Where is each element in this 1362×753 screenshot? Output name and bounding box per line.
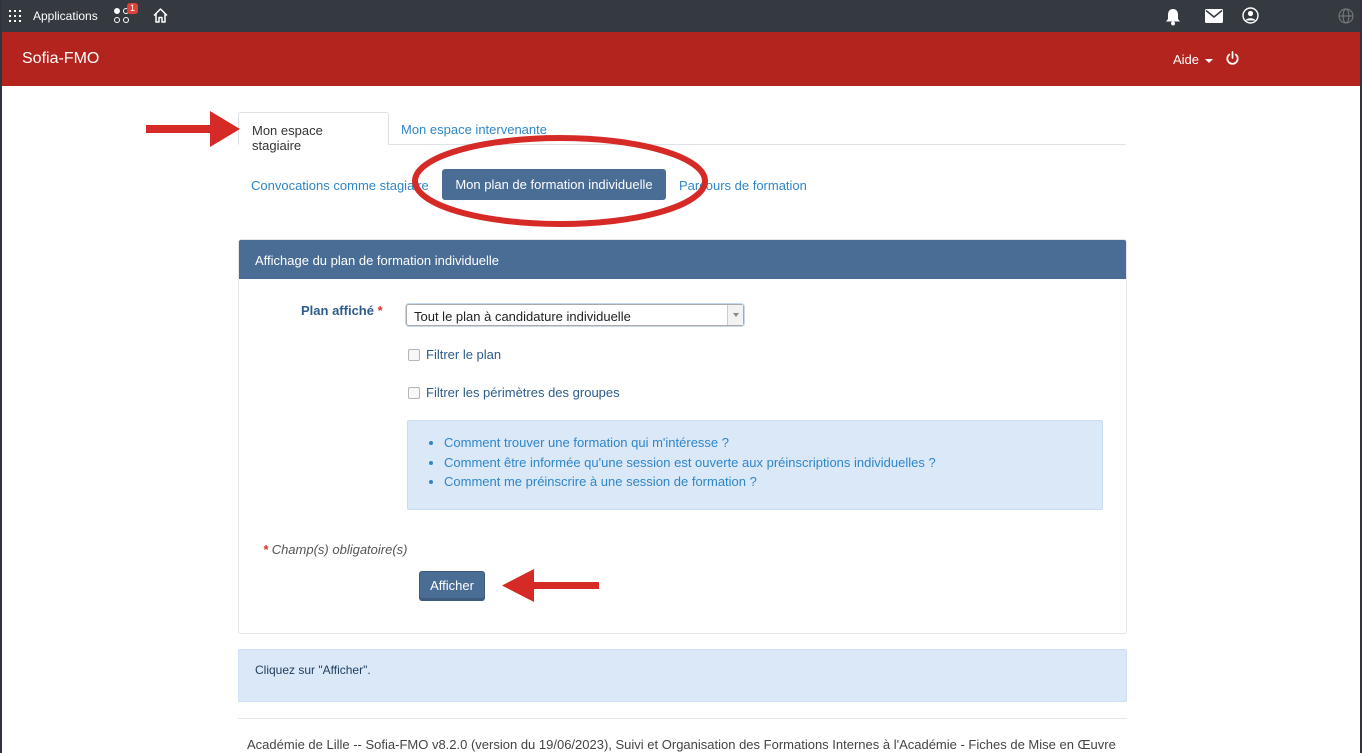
mandatory-note-text: Champ(s) obligatoire(s) xyxy=(271,542,408,557)
apps-grid-icon xyxy=(9,10,21,22)
home-icon[interactable] xyxy=(152,7,169,24)
tab-mon-espace-intervenante[interactable]: Mon espace intervenante xyxy=(388,112,560,145)
help-menu[interactable]: Aide xyxy=(1173,52,1214,67)
notification-count-badge: 1 xyxy=(127,3,138,14)
pill-parcours-formation[interactable]: Parcours de formation xyxy=(679,178,807,193)
filter-groups-row: Filtrer les périmètres des groupes xyxy=(408,385,620,400)
help-info-box: Comment trouver une formation qui m'inté… xyxy=(407,420,1103,510)
plan-affiche-label: Plan affiché * xyxy=(301,303,383,318)
footer-text: Académie de Lille -- Sofia-FMO v8.2.0 (v… xyxy=(247,737,1116,752)
help-link[interactable]: Comment me préinscrire à une session de … xyxy=(444,472,936,492)
filter-groups-checkbox[interactable] xyxy=(408,386,420,399)
mail-icon[interactable] xyxy=(1205,9,1223,23)
globe-icon[interactable] xyxy=(1338,8,1354,24)
window-edge xyxy=(0,0,2,753)
footer-divider xyxy=(238,718,1127,719)
applications-menu[interactable]: Applications xyxy=(9,9,98,23)
help-link[interactable]: Comment trouver une formation qui m'inté… xyxy=(444,433,936,453)
help-link[interactable]: Comment être informée qu'une session est… xyxy=(444,453,936,473)
annotation-arrow-tab xyxy=(146,111,240,147)
required-mark: * xyxy=(263,542,269,557)
plan-select-value: Tout le plan à candidature individuelle xyxy=(414,309,631,324)
app-header: Sofia-FMO Aide xyxy=(0,32,1362,86)
power-logout-icon[interactable] xyxy=(1225,51,1240,66)
bell-icon[interactable] xyxy=(1164,7,1182,26)
filter-plan-checkbox[interactable] xyxy=(408,348,420,361)
tab-mon-espace-stagiaire[interactable]: Mon espace stagiaire xyxy=(238,112,389,153)
app-window: Applications 1 Sofia-FMO Aide Mon espace… xyxy=(0,0,1362,753)
required-mark: * xyxy=(377,303,383,318)
filter-plan-label[interactable]: Filtrer le plan xyxy=(426,347,501,362)
panel-title: Affichage du plan de formation individue… xyxy=(239,240,1126,279)
afficher-button[interactable]: Afficher xyxy=(419,571,485,601)
filter-plan-row: Filtrer le plan xyxy=(408,347,501,362)
brand-title[interactable]: Sofia-FMO xyxy=(22,50,99,68)
app-bar: Applications 1 xyxy=(0,0,1362,32)
space-tabs: Mon espace stagiaire Mon espace interven… xyxy=(238,112,1126,153)
pill-plan-formation-individuelle[interactable]: Mon plan de formation individuelle xyxy=(442,169,666,200)
help-menu-label: Aide xyxy=(1173,52,1200,67)
pill-convocations[interactable]: Convocations comme stagiaire xyxy=(251,178,429,193)
plan-select[interactable]: Tout le plan à candidature individuelle xyxy=(406,304,744,326)
help-links-list: Comment trouver une formation qui m'inté… xyxy=(444,433,936,492)
applications-label: Applications xyxy=(33,9,98,23)
chevron-down-icon xyxy=(1205,58,1214,63)
user-profile-icon[interactable] xyxy=(1242,7,1259,24)
info-alert: Cliquez sur "Afficher". xyxy=(238,649,1127,702)
filter-groups-label[interactable]: Filtrer les périmètres des groupes xyxy=(426,385,620,400)
plan-affiche-text: Plan affiché xyxy=(301,303,374,318)
select-arrow-icon xyxy=(727,305,743,325)
plan-panel: Affichage du plan de formation individue… xyxy=(238,239,1127,634)
mandatory-note: * Champ(s) obligatoire(s) xyxy=(263,542,408,557)
